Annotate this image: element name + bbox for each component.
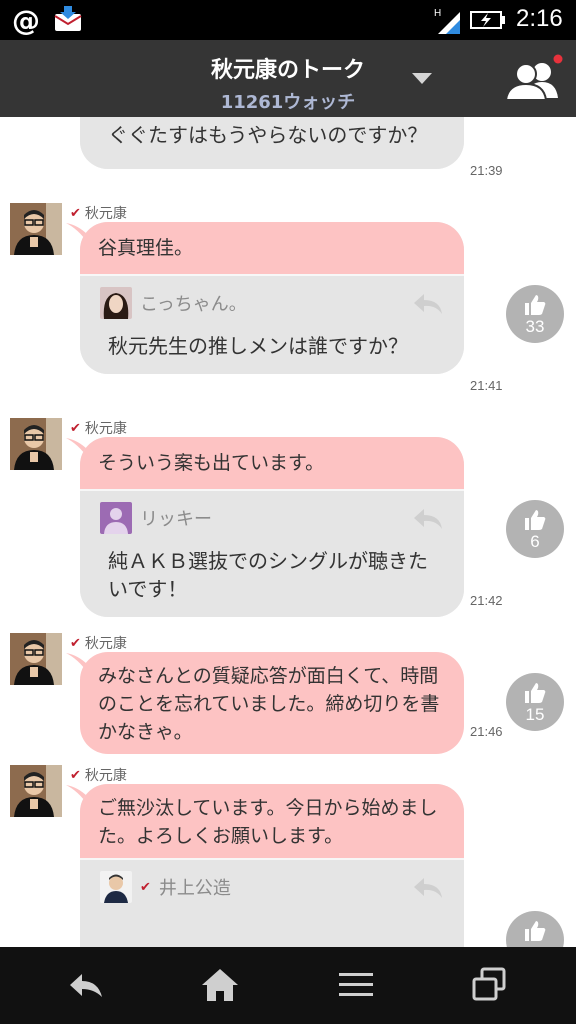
thumbs-up-icon [525,295,546,315]
verified-check-icon: ✔ [70,767,81,783]
back-icon[interactable] [66,965,106,1005]
reply-icon[interactable] [412,292,444,316]
quote-text: ぐぐたすはもうやらないのですか？ [108,123,428,147]
sender-name: ✔ 秋元康 [70,767,127,785]
quoted-question: リッキー 純ＡＫＢ選抜でのシングルが聴きたいです！ [80,489,464,617]
verified-check-icon: ✔ [70,205,81,221]
avatar[interactable] [10,765,62,817]
like-count: 6 [530,532,540,551]
like-button[interactable]: 15 [506,673,564,731]
verified-check-icon: ✔ [70,420,81,436]
quote-author: リッキー [140,509,212,530]
system-nav-bar [0,947,576,1024]
timestamp: 21:46 [470,724,503,739]
like-button[interactable]: 33 [506,285,564,343]
quote-author: 井上公造 [158,878,231,899]
like-count: 15 [525,705,545,724]
menu-icon[interactable] [336,965,376,1005]
mail-download-icon [54,6,82,31]
sender-name: ✔ 秋元康 [70,635,127,653]
sender-name: ✔ 秋元康 [70,205,127,223]
timestamp: 21:39 [470,163,503,178]
quoted-question: こっちゃん。 秋元先生の推しメンは誰ですか？ [80,274,464,374]
quote-author: こっちゃん。 [140,294,247,315]
recent-apps-icon[interactable] [470,965,510,1005]
quoted-question: ✔ 井上公造 [80,858,464,947]
timestamp: 21:42 [470,593,503,608]
clock-time: 2:16 [516,5,563,32]
message-text: みなさんとの質疑応答が面白くて、時間のことを忘れていました。締め切りを書かなきゃ… [80,652,464,754]
watch-count: 11261ウォッチ [220,92,356,113]
status-bar: @ H 2:16 [0,0,576,40]
thumbs-up-icon [525,683,546,703]
chevron-down-icon[interactable] [410,70,434,86]
like-count: 33 [525,317,545,336]
quote-text: 秋元先生の推しメンは誰ですか？ [108,334,408,358]
message-bubble[interactable]: みなさんとの質疑応答が面白くて、時間のことを忘れていました。締め切りを書かなきゃ… [80,652,464,754]
signal-icon: H [434,8,460,34]
avatar[interactable] [10,418,62,470]
quote-avatar [100,871,132,903]
message-list[interactable]: ぐぐたすはもうやらないのですか？ 21:39 ✔ 秋元康 谷真理佳。 こっちゃん… [0,117,576,947]
timestamp: 21:41 [470,378,503,393]
thumbs-up-icon [525,921,546,941]
svg-text:H: H [434,8,441,19]
like-button[interactable]: 6 [506,500,564,558]
thumbs-up-icon [525,510,546,530]
quote-avatar [100,287,132,319]
page-title[interactable]: 秋元康のトーク [0,52,576,84]
message-text: ご無沙汰しています。今日から始めました。よろしくお願いします。 [80,784,464,858]
talk-header: 秋元康のトーク 11261ウォッチ [0,40,576,117]
avatar[interactable] [10,633,62,685]
message-bubble[interactable]: ぐぐたすはもうやらないのですか？ [80,117,464,169]
like-button[interactable] [506,911,564,947]
message-text: 谷真理佳。 [80,222,464,274]
at-icon: @ [12,4,40,37]
message-text: そういう案も出ています。 [80,437,464,489]
reply-icon[interactable] [412,507,444,531]
message-bubble[interactable]: 谷真理佳。 こっちゃん。 秋元先生の推しメンは誰ですか？ [80,222,464,374]
sender-name: ✔ 秋元康 [70,420,127,438]
home-icon[interactable] [200,965,240,1005]
message-bubble[interactable]: そういう案も出ています。 リッキー 純ＡＫＢ選抜でのシングルが聴きたいです！ [80,437,464,617]
message-bubble[interactable]: ご無沙汰しています。今日から始めました。よろしくお願いします。 ✔ 井上公造 [80,784,464,947]
quote-text: 純ＡＫＢ選抜でのシングルが聴きたいです！ [108,549,428,601]
quote-avatar [100,502,132,534]
members-icon[interactable] [502,54,564,102]
verified-check-icon: ✔ [70,635,81,651]
battery-charging-icon [470,11,505,29]
verified-check-icon: ✔ [140,879,151,895]
avatar[interactable] [10,203,62,255]
reply-icon[interactable] [412,876,444,900]
